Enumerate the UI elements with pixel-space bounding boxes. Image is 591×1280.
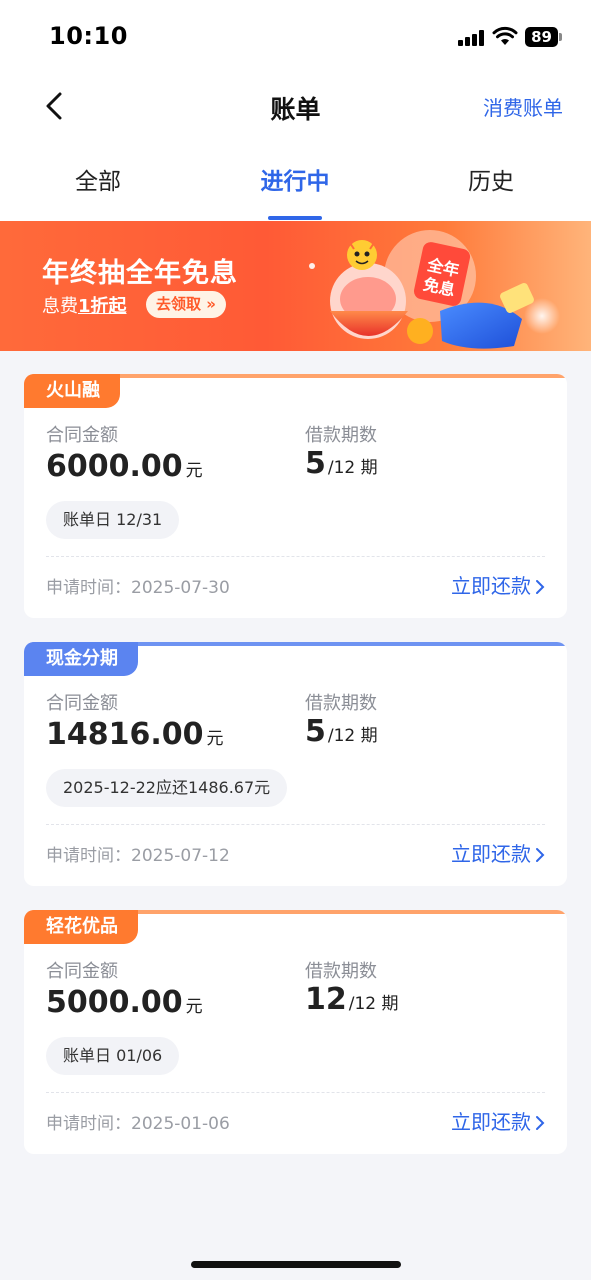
loan-product-tag: 火山融 [24,374,120,408]
contract-amount: 14816.00 元 [46,717,224,752]
loan-product-tag: 轻花优品 [24,910,138,944]
chevron-right-icon [536,580,545,594]
loan-card[interactable]: 现金分期 合同金额 借款期数 14816.00 元 5/12 期 2025-12-… [24,642,567,886]
banner-claim-label: 去领取 [156,295,202,313]
bill-date-pill: 账单日 12/31 [46,501,180,539]
active-tab-indicator [268,216,322,220]
loan-card[interactable]: 火山融 合同金额 借款期数 6000.00 元 5/12 期 账单日 12/31 … [24,374,567,618]
card-divider [46,824,545,825]
amount-label: 合同金额 [46,693,118,714]
wifi-icon [492,26,518,45]
repay-now-link[interactable]: 立即还款 [451,838,545,867]
banner-subtitle-emphasis: 1折起 [78,296,127,317]
amount-unit: 元 [185,997,203,1017]
banner-illustration: 全年 免息 [309,230,560,349]
loan-period: 5/12 期 [305,714,378,749]
back-button[interactable] [38,86,74,126]
repay-label: 立即还款 [451,842,531,866]
promo-banner[interactable]: 年终抽全年免息 息费1折起 去领取 » 全年 免息 [0,221,591,351]
chevron-right-icon [536,1116,545,1130]
banner-title: 年终抽全年免息 [42,258,238,289]
bill-date-pill: 账单日 01/06 [46,1037,180,1075]
card-divider [46,556,545,557]
contract-amount: 6000.00 元 [46,449,203,484]
period-label: 借款期数 [305,693,377,714]
amount-value: 6000.00 [46,449,183,484]
repay-label: 立即还款 [451,1110,531,1134]
tab-all[interactable]: 全部 [38,162,158,196]
double-chevron-right-icon: » [201,295,216,313]
consumption-bill-link[interactable]: 消费账单 [483,92,563,121]
status-bar: 10:10 89 [0,0,591,70]
amount-unit: 元 [185,461,203,481]
period-total: /12 期 [348,994,399,1014]
period-total: /12 期 [327,458,378,478]
repay-label: 立即还款 [451,574,531,598]
nav-bar: 账单 消费账单 [0,78,591,134]
loan-product-tag: 现金分期 [24,642,138,676]
repay-now-link[interactable]: 立即还款 [451,1106,545,1135]
loan-period: 5/12 期 [305,446,378,481]
period-current: 12 [305,982,347,1017]
card-divider [46,1092,545,1093]
amount-value: 14816.00 [46,717,204,752]
period-label: 借款期数 [305,425,377,446]
banner-subtitle: 息费1折起 [42,292,127,318]
banner-subtitle-prefix: 息费 [42,296,78,317]
chevron-right-icon [536,848,545,862]
period-current: 5 [305,714,326,749]
status-time: 10:10 [49,22,128,50]
header-area: 10:10 89 账单 消费账单 全部 进行中 历史 [0,0,591,221]
period-total: /12 期 [327,726,378,746]
tab-in-progress[interactable]: 进行中 [235,162,355,196]
tab-history[interactable]: 历史 [431,162,551,196]
tab-bar: 全部 进行中 历史 [0,150,591,221]
period-current: 5 [305,446,326,481]
amount-unit: 元 [206,729,224,749]
amount-label: 合同金额 [46,425,118,446]
period-label: 借款期数 [305,961,377,982]
due-amount-pill: 2025-12-22应还1486.67元 [46,769,288,807]
apply-time: 申请时间：2025-07-12 [46,846,230,866]
amount-label: 合同金额 [46,961,118,982]
contract-amount: 5000.00 元 [46,985,203,1020]
battery-icon: 89 [525,27,562,47]
amount-value: 5000.00 [46,985,183,1020]
loan-period: 12/12 期 [305,982,399,1017]
battery-level: 89 [525,27,558,47]
chevron-left-icon [46,92,62,120]
cellular-signal-icon [458,30,484,46]
banner-claim-button[interactable]: 去领取 » [146,291,226,318]
loan-card[interactable]: 轻花优品 合同金额 借款期数 5000.00 元 12/12 期 账单日 01/0… [24,910,567,1154]
apply-time: 申请时间：2025-01-06 [46,1114,230,1134]
home-indicator[interactable] [191,1261,401,1268]
apply-time: 申请时间：2025-07-30 [46,578,230,598]
repay-now-link[interactable]: 立即还款 [451,570,545,599]
